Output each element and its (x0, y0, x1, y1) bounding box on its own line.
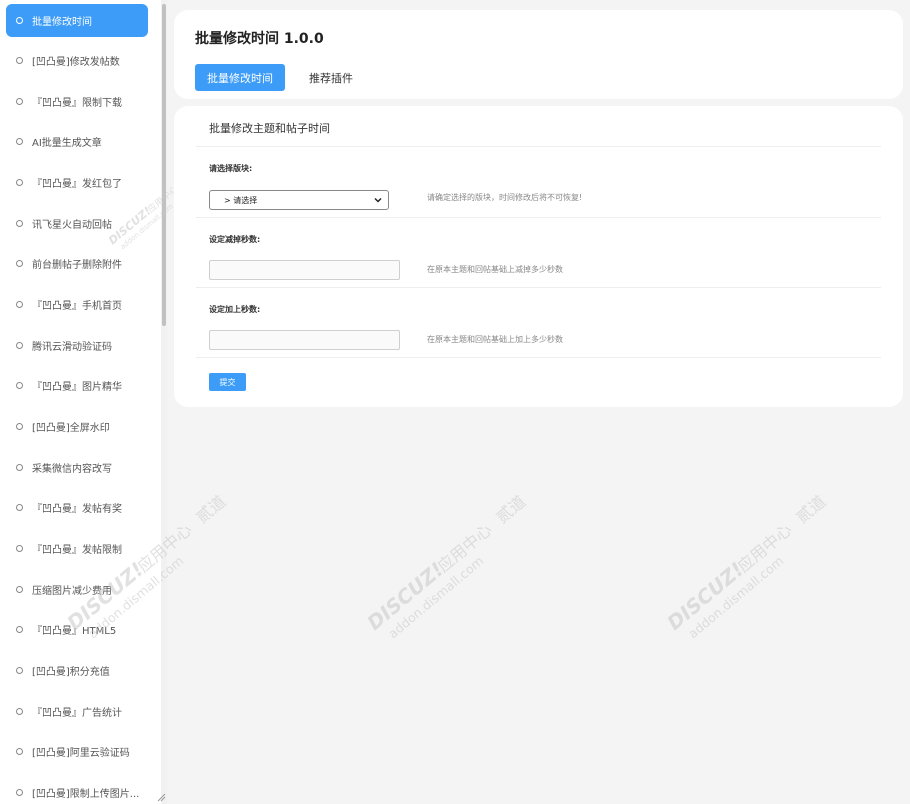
sidebar-item-label: [凹凸曼]修改发帖数 (32, 57, 120, 68)
svg-text:应用中心: 应用中心 (434, 520, 496, 576)
sidebar-item[interactable]: [凹凸曼]积分充值 (6, 654, 148, 687)
watermark-logo: DISCUZ! 应用中心 贰道 addon.dismall.com (663, 492, 829, 640)
sidebar-item-label: 『凹凸曼』手机首页 (32, 301, 122, 312)
circle-icon (16, 57, 23, 64)
page-title: 批量修改时间 1.0.0 (195, 31, 324, 47)
chevron-down-icon (374, 197, 382, 203)
circle-icon (16, 382, 23, 389)
circle-icon (16, 545, 23, 552)
circle-icon (16, 586, 23, 593)
circle-icon (16, 260, 23, 267)
sidebar-item-label: 压缩图片减少费用 (32, 586, 112, 597)
sidebar-item-label: 『凹凸曼』发帖限制 (32, 545, 122, 556)
sidebar-item[interactable]: 『凹凸曼』发红包了 (6, 166, 148, 199)
svg-text:DISCUZ!: DISCUZ! (663, 558, 748, 635)
sidebar-item-label: [凹凸曼]全屏水印 (32, 423, 110, 434)
svg-text:贰道: 贰道 (792, 492, 829, 527)
sidebar-item[interactable]: 『凹凸曼』广告统计 (6, 695, 148, 728)
sidebar-item-label: 讯飞星火自动回帖 (32, 220, 112, 231)
circle-icon (16, 708, 23, 715)
circle-icon (16, 667, 23, 674)
sidebar-item[interactable]: [凹凸曼]全屏水印 (6, 410, 148, 443)
circle-icon (16, 301, 23, 308)
circle-icon (16, 342, 23, 349)
sidebar-item-label: AI批量生成文章 (32, 138, 102, 149)
circle-icon (16, 626, 23, 633)
add-seconds-label: 设定加上秒数: (209, 305, 261, 314)
sidebar-item[interactable]: 『凹凸曼』限制下载 (6, 85, 148, 118)
sidebar-item-label: 『凹凸曼』发帖有奖 (32, 504, 122, 515)
sidebar-item[interactable]: 『凹凸曼』发帖有奖 (6, 491, 148, 524)
tab-recommended-plugins[interactable]: 推荐插件 (296, 64, 366, 91)
circle-icon (16, 504, 23, 511)
circle-icon (16, 789, 23, 796)
header-panel: 批量修改时间 1.0.0 批量修改时间 推荐插件 (174, 10, 903, 99)
sidebar-item-label: 『凹凸曼』HTML5 (32, 626, 117, 637)
svg-text:addon.dismall.com: addon.dismall.com (685, 553, 786, 640)
sidebar-item[interactable]: 采集微信内容改写 (6, 451, 148, 484)
sidebar-item-label: 腾讯云滑动验证码 (32, 342, 112, 353)
divider (196, 146, 881, 147)
sidebar: 批量修改时间 [凹凸曼]修改发帖数 『凹凸曼』限制下载 AI批量生成文章 『凹凸… (0, 0, 167, 804)
sidebar-item[interactable]: 『凹凸曼』HTML5 (6, 613, 148, 646)
sidebar-item[interactable]: 『凹凸曼』图片精华 (6, 369, 148, 402)
sidebar-item-label: 『凹凸曼』限制下载 (32, 98, 122, 109)
sidebar-item[interactable]: 前台删帖子删除附件 (6, 247, 148, 280)
sidebar-item-label: [凹凸曼]积分充值 (32, 667, 110, 678)
svg-text:addon.dismall.com: addon.dismall.com (385, 553, 486, 640)
circle-icon (16, 220, 23, 227)
sidebar-item[interactable]: [凹凸曼]修改发帖数 (6, 44, 148, 77)
svg-text:DISCUZ!: DISCUZ! (363, 558, 448, 635)
sidebar-item[interactable]: 『凹凸曼』发帖限制 (6, 532, 148, 565)
circle-icon (16, 179, 23, 186)
add-seconds-hint: 在原本主题和回帖基础上加上多少秒数 (427, 335, 563, 344)
subtract-seconds-hint: 在原本主题和回帖基础上减掉多少秒数 (427, 265, 563, 274)
sidebar-item-label: [凹凸曼]限制上传图片... (32, 789, 140, 800)
sidebar-item-label: 批量修改时间 (32, 17, 92, 28)
section-title: 批量修改主题和帖子时间 (209, 122, 330, 135)
sidebar-scrollbar-thumb[interactable] (162, 4, 166, 326)
subtract-seconds-input[interactable] (209, 260, 400, 280)
tab-batch-time[interactable]: 批量修改时间 (195, 64, 285, 91)
sidebar-item-label: 前台删帖子删除附件 (32, 260, 122, 271)
divider (196, 357, 881, 358)
svg-text:应用中心: 应用中心 (734, 520, 796, 576)
sidebar-item-batch-time[interactable]: 批量修改时间 (6, 4, 148, 37)
sidebar-item[interactable]: 腾讯云滑动验证码 (6, 329, 148, 362)
circle-icon (16, 423, 23, 430)
sidebar-item-label: 『凹凸曼』发红包了 (32, 179, 122, 190)
circle-icon (16, 17, 23, 24)
circle-icon (16, 748, 23, 755)
svg-text:贰道: 贰道 (192, 492, 229, 527)
sidebar-item[interactable]: 压缩图片减少费用 (6, 573, 148, 606)
sidebar-item-label: 『凹凸曼』图片精华 (32, 382, 122, 393)
sidebar-item[interactable]: 『凹凸曼』手机首页 (6, 288, 148, 321)
add-seconds-input[interactable] (209, 330, 400, 350)
subtract-seconds-label: 设定减掉秒数: (209, 235, 261, 244)
divider (196, 217, 881, 218)
circle-icon (16, 98, 23, 105)
form-panel: 批量修改主题和帖子时间 请选择版块: > 请选择 请确定选择的版块，时间修改后将… (174, 106, 903, 407)
sidebar-item[interactable]: AI批量生成文章 (6, 125, 148, 158)
svg-text:贰道: 贰道 (492, 492, 529, 527)
circle-icon (16, 464, 23, 471)
divider (196, 287, 881, 288)
forum-label: 请选择版块: (209, 164, 253, 173)
sidebar-item[interactable]: [凹凸曼]阿里云验证码 (6, 735, 148, 768)
watermark-logo: DISCUZ! 应用中心 贰道 addon.dismall.com (363, 492, 529, 640)
sidebar-item[interactable]: [凹凸曼]限制上传图片... (6, 776, 148, 804)
forum-select[interactable]: > 请选择 (209, 190, 389, 210)
sidebar-item-label: 『凹凸曼』广告统计 (32, 708, 122, 719)
submit-button[interactable]: 提交 (209, 373, 246, 391)
sidebar-item-label: [凹凸曼]阿里云验证码 (32, 748, 130, 759)
forum-hint: 请确定选择的版块，时间修改后将不可恢复! (427, 193, 583, 202)
sidebar-item-label: 采集微信内容改写 (32, 464, 112, 475)
forum-select-value: > 请选择 (224, 195, 258, 205)
sidebar-item[interactable]: 讯飞星火自动回帖 (6, 207, 148, 240)
circle-icon (16, 138, 23, 145)
resize-grip-icon[interactable] (156, 792, 166, 802)
